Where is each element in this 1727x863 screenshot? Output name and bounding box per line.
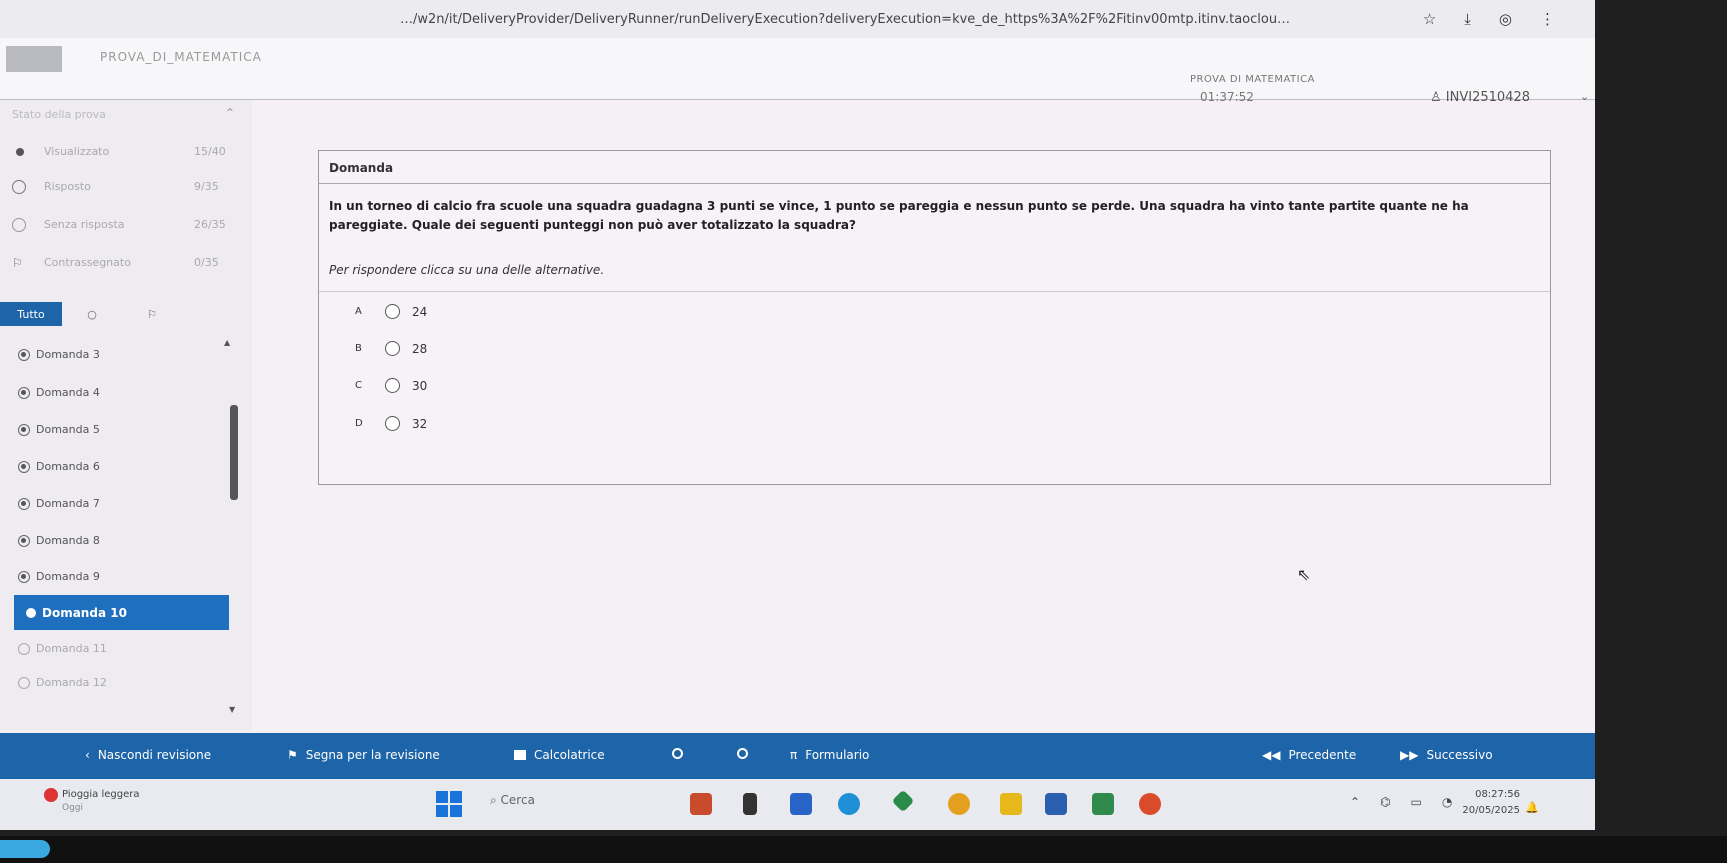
sidebar-item-domanda-7[interactable]: Domanda 7 <box>18 497 100 510</box>
sidebar-item-domanda-8[interactable]: Domanda 8 <box>18 534 100 547</box>
store-icon[interactable] <box>1045 793 1067 815</box>
sidebar-scrollbar[interactable] <box>230 405 238 500</box>
unanswered-icon <box>12 218 26 232</box>
formulary-button[interactable]: π Formulario <box>790 748 869 762</box>
flag-icon: ⚐ <box>12 256 23 270</box>
zoom-out-icon <box>672 748 683 759</box>
flag-icon: ⚑ <box>287 748 298 762</box>
radio-b[interactable] <box>385 341 400 356</box>
zoom-in-icon <box>737 748 748 759</box>
sidebar-item-domanda-3[interactable]: Domanda 3 <box>18 348 100 361</box>
answered-icon <box>12 180 26 194</box>
filter-flagged-tab[interactable]: ⚐ <box>122 302 182 326</box>
profile-icon[interactable]: ◎ <box>1499 10 1512 28</box>
weather-sub: Oggi <box>62 803 84 813</box>
test-name: PROVA DI MATEMATICA <box>1190 74 1315 85</box>
app-header: PROVA_DI_MATEMATICA PROVA DI MATEMATICA … <box>0 38 1595 105</box>
app-icon-2[interactable] <box>743 793 757 815</box>
weather-icon[interactable] <box>44 788 58 802</box>
question-panel: Domanda In un torneo di calcio fra scuol… <box>318 150 1551 485</box>
sidebar-item-domanda-11[interactable]: Domanda 11 <box>18 642 107 655</box>
calculator-icon <box>514 750 526 760</box>
radio-a[interactable] <box>385 304 400 319</box>
chevron-down-icon[interactable]: ⌄ <box>1580 90 1589 103</box>
screen: …/w2n/it/DeliveryProvider/DeliveryRunner… <box>0 0 1595 830</box>
circle-icon: ○ <box>87 307 97 321</box>
radio-c[interactable] <box>385 378 400 393</box>
fast-forward-icon: ▶▶ <box>1400 748 1419 762</box>
scroll-down-icon[interactable]: ▼ <box>229 705 235 714</box>
monitor-bezel <box>0 836 1727 863</box>
sidebar-item-domanda-6[interactable]: Domanda 6 <box>18 460 100 473</box>
next-button[interactable]: ▶▶ Successivo <box>1400 748 1493 762</box>
search-icon: ⌕ <box>490 793 501 807</box>
calculator-button[interactable]: Calcolatrice <box>514 748 605 762</box>
sidebar-item-domanda-4[interactable]: Domanda 4 <box>18 386 100 399</box>
browser-address-bar[interactable]: …/w2n/it/DeliveryProvider/DeliveryRunner… <box>0 0 1595 38</box>
eye-icon <box>16 148 24 156</box>
clock-time[interactable]: 08:27:56 <box>1450 789 1520 800</box>
sidebar-item-domanda-12[interactable]: Domanda 12 <box>18 676 107 689</box>
chevron-up-icon[interactable]: ⌃ <box>1350 795 1360 809</box>
system-tray[interactable]: ⌃ ⌬ ▭ ◔ <box>1350 795 1452 809</box>
current-icon <box>26 607 36 618</box>
filter-all-tab[interactable]: Tutto <box>0 302 62 326</box>
question-text: In un torneo di calcio fra scuole una sq… <box>329 199 1469 232</box>
user-icon: ♙ <box>1430 90 1446 105</box>
radio-d[interactable] <box>385 416 400 431</box>
timer: 01:37:52 <box>1200 90 1254 104</box>
mark-review-button[interactable]: ⚑ Segna per la revisione <box>287 748 440 762</box>
app-icon-3[interactable] <box>790 793 812 815</box>
filter-unanswered-tab[interactable]: ○ <box>62 302 122 326</box>
action-bar: ‹ Nascondi revisione ⚑ Segna per la revisi… <box>0 733 1595 779</box>
rewind-icon: ◀◀ <box>1262 748 1281 762</box>
chevron-left-icon: ‹ <box>85 748 90 762</box>
network-icon[interactable]: ⌬ <box>1380 795 1390 809</box>
logo <box>6 46 62 72</box>
previous-button[interactable]: ◀◀ Precedente <box>1262 748 1356 762</box>
taskbar-search[interactable]: ⌕ Cerca <box>490 793 535 808</box>
choice-b[interactable]: B 28 <box>355 341 427 356</box>
choice-d[interactable]: D 32 <box>355 416 427 431</box>
choice-c[interactable]: C 30 <box>355 378 427 393</box>
notification-icon[interactable]: 🔔 <box>1525 801 1539 814</box>
app-icon-5[interactable] <box>891 789 915 813</box>
sidebar-item-domanda-9[interactable]: Domanda 9 <box>18 570 100 583</box>
question-instruction: Per rispondere clicca su una delle alter… <box>329 263 605 277</box>
taskbar: Pioggia leggera Oggi ⌕ Cerca ⌃ ⌬ ▭ ◔ 08:… <box>0 779 1595 830</box>
url-text[interactable]: …/w2n/it/DeliveryProvider/DeliveryRunner… <box>400 12 1290 27</box>
menu-icon[interactable]: ⋮ <box>1540 10 1555 28</box>
test-title: PROVA_DI_MATEMATICA <box>100 50 262 64</box>
app-icon-1[interactable] <box>690 793 712 815</box>
user-id[interactable]: ♙ INVI2510428 <box>1430 90 1530 105</box>
weather-label[interactable]: Pioggia leggera <box>62 789 140 800</box>
sidebar-title: Stato della prova <box>12 108 106 121</box>
zoom-out-button[interactable] <box>672 748 683 759</box>
flag-icon: ⚐ <box>147 307 157 321</box>
clock-date[interactable]: 20/05/2025 <box>1450 805 1520 816</box>
bezel-light <box>0 840 50 858</box>
app-icon-10[interactable] <box>1139 793 1161 815</box>
scroll-up-icon[interactable]: ▲ <box>224 338 230 347</box>
display-icon[interactable]: ▭ <box>1411 795 1422 809</box>
zoom-in-button[interactable] <box>737 748 748 759</box>
sidebar-item-domanda-5[interactable]: Domanda 5 <box>18 423 100 436</box>
pi-icon: π <box>790 748 798 762</box>
sidebar-item-domanda-10[interactable]: Domanda 10 <box>14 595 229 630</box>
app-icon-9[interactable] <box>1092 793 1114 815</box>
star-icon[interactable]: ☆ <box>1423 10 1436 28</box>
chrome-icon[interactable] <box>948 793 970 815</box>
question-header: Domanda <box>329 161 394 175</box>
download-icon[interactable]: ⤓ <box>1464 10 1471 28</box>
hide-review-button[interactable]: ‹ Nascondi revisione <box>85 748 211 762</box>
windows-start-icon[interactable] <box>436 791 462 817</box>
choice-a[interactable]: A 24 <box>355 304 427 319</box>
mouse-cursor-icon: ⇖ <box>1297 565 1311 584</box>
chevron-up-icon[interactable]: ⌃ <box>225 106 235 120</box>
folder-icon[interactable] <box>1000 793 1022 815</box>
sidebar: Stato della prova ⌃ Visualizzato 15/40 R… <box>0 100 252 730</box>
edge-icon[interactable] <box>838 793 860 815</box>
